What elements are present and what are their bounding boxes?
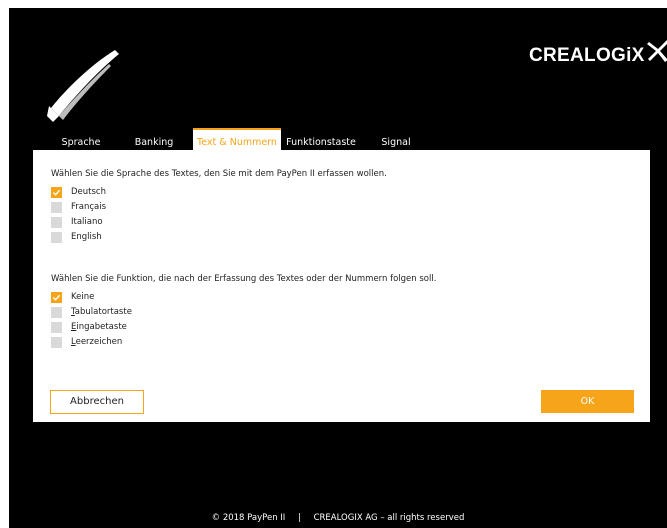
checkbox-english[interactable] xyxy=(51,231,62,243)
cancel-button[interactable]: Abbrechen xyxy=(50,390,144,414)
option-label: Français xyxy=(71,202,107,212)
option-francais[interactable]: Français xyxy=(51,201,106,213)
footer: © 2018 PayPen II | CREALOGIX AG – all ri… xyxy=(9,513,667,523)
brand-name: CREALOGiX xyxy=(529,45,645,66)
option-deutsch[interactable]: Deutsch xyxy=(51,186,106,198)
checkbox-eingabetaste[interactable] xyxy=(51,321,62,333)
checkbox-deutsch[interactable] xyxy=(51,186,62,198)
option-eingabetaste[interactable]: Eingabetaste xyxy=(51,321,127,333)
crealogix-x-icon xyxy=(646,40,667,62)
option-leerzeichen[interactable]: Leerzeichen xyxy=(51,336,122,348)
option-label: Leerzeichen xyxy=(71,337,123,347)
option-english[interactable]: English xyxy=(51,231,102,243)
option-tabulatortaste[interactable]: Tabulatortaste xyxy=(51,306,132,318)
option-keine[interactable]: Keine xyxy=(51,291,94,303)
footer-separator: | xyxy=(298,513,301,523)
checkbox-italiano[interactable] xyxy=(51,216,62,228)
app-window: CREALOGiX Sprache Banking Text & Nummern… xyxy=(9,8,667,528)
ok-button[interactable]: OK xyxy=(541,390,634,413)
option-label: English xyxy=(71,232,102,242)
option-label: Eingabetaste xyxy=(71,322,127,332)
language-question: Wählen Sie die Sprache des Textes, den S… xyxy=(51,169,387,179)
footer-company: CREALOGIX AG – all rights reserved xyxy=(313,513,465,523)
checkbox-tabulatortaste[interactable] xyxy=(51,306,62,318)
brand-logo: CREALOGiX xyxy=(529,36,667,76)
checkmark-icon xyxy=(52,189,61,196)
option-italiano[interactable]: Italiano xyxy=(51,216,103,228)
option-label: Tabulatortaste xyxy=(71,307,132,317)
checkbox-keine[interactable] xyxy=(51,291,62,303)
option-label: Keine xyxy=(71,292,95,302)
checkmark-icon xyxy=(52,294,61,301)
option-label: Deutsch xyxy=(71,187,106,197)
footer-copyright: © 2018 PayPen II xyxy=(211,513,286,523)
option-label: Italiano xyxy=(71,217,103,227)
checkbox-francais[interactable] xyxy=(51,201,62,213)
checkbox-leerzeichen[interactable] xyxy=(51,336,62,348)
settings-panel: Wählen Sie die Sprache des Textes, den S… xyxy=(33,150,650,422)
paypen-pen-icon xyxy=(47,50,119,122)
function-question: Wählen Sie die Funktion, die nach der Er… xyxy=(51,274,437,284)
